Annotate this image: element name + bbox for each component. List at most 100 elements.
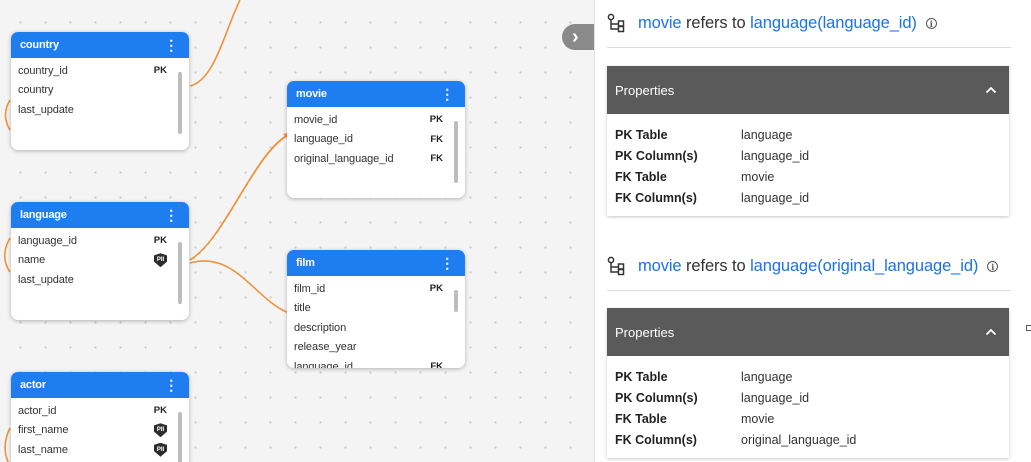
- table-row[interactable]: country: [11, 81, 189, 101]
- relationship-line-language-left[interactable]: [3, 237, 11, 273]
- target-table-link[interactable]: language(original_language_id): [750, 257, 978, 275]
- pk-badge: PK: [429, 283, 443, 295]
- column-name: film_id: [294, 282, 326, 295]
- kebab-menu-icon[interactable]: ⋮: [162, 208, 180, 222]
- table-language[interactable]: language ⋮ language_id PK name PII last_up…: [11, 202, 189, 320]
- property-key: PK Table: [615, 127, 668, 142]
- table-row[interactable]: language_id PK: [11, 231, 189, 251]
- property-key: FK Column(s): [615, 190, 697, 205]
- table-row[interactable]: country_id PK: [11, 61, 189, 81]
- table-row[interactable]: last_name PII: [11, 440, 189, 460]
- property-key: FK Table: [615, 169, 667, 184]
- relationship-header: movie refers to language(original_langua…: [607, 243, 1011, 291]
- column-name: language_id: [294, 360, 353, 368]
- relationship-verb: refers to: [686, 257, 746, 275]
- fk-badge: FK: [430, 153, 443, 165]
- table-header[interactable]: language ⋮: [11, 202, 189, 228]
- property-row: PK Table language: [615, 124, 1001, 145]
- pii-shield-icon: PII: [154, 423, 167, 438]
- kebab-menu-icon[interactable]: ⋮: [438, 256, 456, 270]
- table-header[interactable]: film ⋮: [287, 250, 465, 276]
- table-header[interactable]: country ⋮: [11, 32, 189, 58]
- chevron-up-icon[interactable]: [985, 328, 997, 336]
- table-row[interactable]: release_year: [287, 338, 465, 358]
- table-row[interactable]: original_language_id FK: [287, 149, 465, 169]
- properties-header[interactable]: Properties: [607, 308, 1009, 356]
- table-country[interactable]: country ⋮ country_id PK country last_upda…: [11, 32, 189, 150]
- relationship-line-film[interactable]: [189, 260, 290, 314]
- table-row[interactable]: language_id FK: [287, 130, 465, 150]
- target-table-link[interactable]: language(language_id): [750, 14, 917, 32]
- table-row[interactable]: actor_id PK: [11, 401, 189, 421]
- column-name: last_name: [18, 443, 68, 456]
- relationship-line-movie-language-id[interactable]: [189, 133, 291, 261]
- scrollbar[interactable]: [178, 242, 182, 304]
- table-header[interactable]: actor ⋮: [11, 372, 189, 398]
- table-row[interactable]: last_update: [11, 100, 189, 120]
- table-title: country: [20, 39, 59, 51]
- property-value: language_id: [741, 190, 810, 205]
- table-actor[interactable]: actor ⋮ actor_id PK first_name PII last_na…: [11, 372, 189, 462]
- column-name: country: [18, 84, 54, 97]
- table-row[interactable]: first_name PII: [11, 421, 189, 441]
- column-name: title: [294, 302, 311, 315]
- pii-shield-icon: PII: [154, 253, 167, 268]
- property-value: language_id: [741, 390, 810, 405]
- pk-badge: PK: [153, 405, 167, 417]
- column-name: release_year: [294, 341, 357, 354]
- column-name: first_name: [18, 424, 69, 437]
- table-row[interactable]: title: [287, 299, 465, 319]
- scrollbar[interactable]: [454, 290, 458, 312]
- property-value: movie: [741, 411, 775, 426]
- scrollbar[interactable]: [454, 121, 458, 183]
- table-row[interactable]: description: [287, 318, 465, 338]
- info-icon[interactable]: i: [987, 261, 999, 272]
- resize-handle[interactable]: [1026, 325, 1031, 331]
- property-row: FK Table movie: [615, 166, 1001, 187]
- table-row[interactable]: movie_id PK: [287, 110, 465, 130]
- source-table-link[interactable]: movie: [638, 257, 682, 275]
- scrollbar[interactable]: [178, 412, 182, 462]
- table-row[interactable]: name PII: [11, 251, 189, 271]
- property-row: FK Column(s) language_id: [615, 187, 1001, 208]
- property-value: movie: [741, 169, 775, 184]
- collapse-panel-button[interactable]: ›: [562, 24, 598, 50]
- info-icon[interactable]: i: [925, 18, 937, 29]
- table-columns: country_id PK country last_update: [11, 58, 189, 134]
- table-row[interactable]: film_id PK: [287, 279, 465, 299]
- source-table-link[interactable]: movie: [638, 14, 682, 32]
- table-title: language: [20, 209, 67, 221]
- chevron-up-icon[interactable]: [985, 86, 997, 94]
- relationship-title: movie refers to language(language_id): [638, 14, 917, 33]
- property-key: PK Column(s): [615, 390, 698, 405]
- properties-list: PK Table language PK Column(s) language_id…: [607, 356, 1009, 458]
- diagram-canvas[interactable]: country ⋮ country_id PK country last_upda…: [0, 0, 594, 462]
- table-row[interactable]: last_update: [11, 270, 189, 290]
- kebab-menu-icon[interactable]: ⋮: [162, 38, 180, 52]
- column-name: movie_id: [294, 113, 338, 126]
- kebab-menu-icon[interactable]: ⋮: [438, 87, 456, 101]
- property-key: PK Table: [615, 369, 668, 384]
- relationship-title: movie refers to language(original_langua…: [638, 257, 978, 276]
- property-value: language_id: [741, 148, 810, 163]
- table-header[interactable]: movie ⋮: [287, 81, 465, 107]
- property-row: FK Table movie: [615, 408, 1001, 429]
- fk-badge: FK: [430, 133, 443, 145]
- relationship-line-country-left[interactable]: [4, 99, 11, 131]
- scrollbar[interactable]: [178, 72, 182, 134]
- properties-section: Properties PK Table language PK Column(s)…: [607, 308, 1009, 458]
- pii-shield-icon: PII: [154, 442, 167, 457]
- column-name: language_id: [294, 133, 353, 146]
- property-key: PK Column(s): [615, 148, 698, 163]
- relationship-line-movie-original-language-id[interactable]: [189, 139, 289, 263]
- table-movie[interactable]: movie ⋮ movie_id PK language_id FK origina…: [287, 81, 465, 198]
- table-columns: actor_id PK first_name PII last_name PII la…: [11, 398, 189, 462]
- relationship-line-actor-left[interactable]: [4, 427, 11, 462]
- table-film[interactable]: film ⋮ film_id PK title description relea…: [287, 250, 465, 368]
- kebab-menu-icon[interactable]: ⋮: [162, 378, 180, 392]
- table-row[interactable]: language_id FK: [287, 357, 465, 368]
- relationship-line-country[interactable]: [189, 0, 241, 87]
- column-name: last_update: [18, 273, 74, 286]
- fk-badge: FK: [430, 361, 443, 368]
- properties-header[interactable]: Properties: [607, 66, 1009, 114]
